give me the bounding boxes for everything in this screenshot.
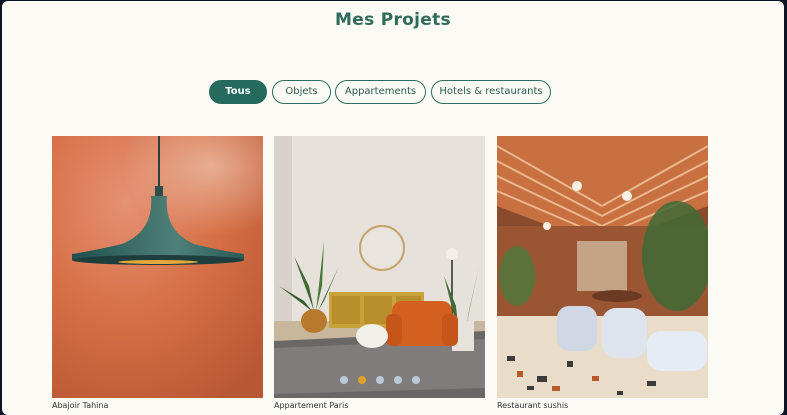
- lamp-photo: [52, 136, 263, 398]
- carousel-dot[interactable]: [411, 376, 420, 384]
- page-container: Mes Projets Tous Objets Appartements Hot…: [2, 1, 784, 415]
- project-card-restaurant[interactable]: Restaurant sushis: [497, 136, 708, 410]
- page-title: Mes Projets: [335, 10, 451, 30]
- carousel-dot[interactable]: [375, 376, 384, 384]
- carousel-dot[interactable]: [393, 376, 402, 384]
- carousel-dot-active[interactable]: [357, 376, 366, 384]
- project-image-restaurant: [497, 136, 708, 398]
- apartment-photo: [274, 136, 485, 398]
- filter-bar: Tous Objets Appartements Hotels & restau…: [2, 80, 784, 106]
- filter-appartements[interactable]: Appartements: [335, 80, 426, 104]
- project-image-lamp: [52, 136, 263, 398]
- project-caption: Appartement Paris: [274, 401, 349, 410]
- filter-hotels-restaurants[interactable]: Hotels & restaurants: [431, 80, 551, 104]
- project-card-apartment[interactable]: Appartement Paris: [274, 136, 485, 410]
- project-card-lamp[interactable]: Abajoir Tahina: [52, 136, 263, 410]
- filter-objets[interactable]: Objets: [272, 80, 331, 104]
- filter-tous[interactable]: Tous: [209, 80, 267, 104]
- restaurant-photo: [497, 136, 708, 398]
- project-caption: Abajoir Tahina: [52, 401, 109, 410]
- carousel-dots: [274, 369, 485, 388]
- carousel-dot[interactable]: [339, 376, 348, 384]
- project-caption: Restaurant sushis: [497, 401, 569, 410]
- project-image-apartment: [274, 136, 485, 398]
